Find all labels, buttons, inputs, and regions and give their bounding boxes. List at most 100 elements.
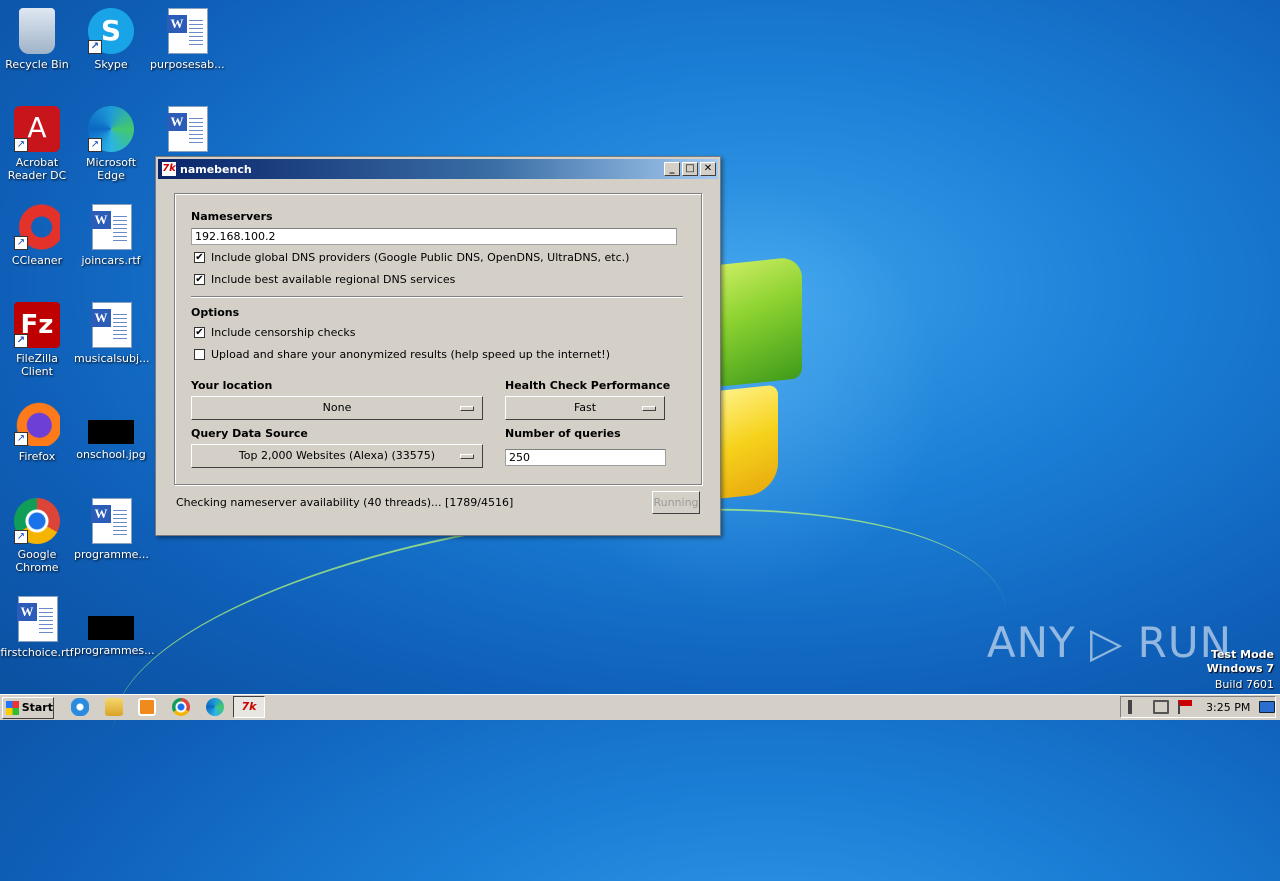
desktop-icon-filezilla[interactable]: Fz ↗ FileZilla Client xyxy=(0,302,74,378)
status-text: Checking nameserver availability (40 thr… xyxy=(176,496,514,509)
desktop-icon-recycle-bin[interactable]: Recycle Bin xyxy=(0,8,74,71)
start-label: Start xyxy=(21,701,53,714)
dropdown-indicator-icon xyxy=(460,454,474,459)
num-queries-heading: Number of queries xyxy=(505,427,621,440)
health-check-select[interactable]: Fast xyxy=(505,396,665,420)
location-select[interactable]: None xyxy=(191,396,483,420)
skype-icon: S ↗ xyxy=(88,8,134,54)
namebench-window: 7k namebench _ □ ✕ Nameservers 192.168.1… xyxy=(155,156,721,536)
volume-icon[interactable] xyxy=(1128,700,1142,714)
desktop-icon-skype[interactable]: S ↗ Skype xyxy=(74,8,148,71)
word-document-icon: W xyxy=(164,8,210,54)
include-regional-checkbox[interactable]: ✔ xyxy=(194,274,205,285)
health-check-heading: Health Check Performance xyxy=(505,379,671,392)
upload-results-label: Upload and share your anonymized results… xyxy=(211,348,610,361)
desktop-icon-edge[interactable]: ↗ Microsoft Edge xyxy=(74,106,148,182)
file-explorer-icon[interactable] xyxy=(105,698,123,716)
censorship-label: Include censorship checks xyxy=(211,326,356,339)
ccleaner-icon: ↗ xyxy=(14,204,60,250)
desktop-icon-label: joincars.rtf xyxy=(81,254,141,267)
start-button[interactable]: Start xyxy=(2,696,54,719)
image-file-icon xyxy=(88,616,134,640)
action-center-flag-icon[interactable] xyxy=(1178,700,1192,714)
window-titlebar[interactable]: 7k namebench _ □ ✕ xyxy=(158,159,718,179)
desktop-icon-acrobat[interactable]: A ↗ Acrobat Reader DC xyxy=(0,106,74,182)
dropdown-indicator-icon xyxy=(642,406,656,411)
desktop-icon-label: Microsoft Edge xyxy=(85,156,137,182)
desktop-icon-firefox[interactable]: ↗ Firefox xyxy=(0,400,74,463)
word-document-icon: W xyxy=(14,596,60,642)
image-file-icon xyxy=(88,420,134,444)
edge-icon: ↗ xyxy=(88,106,134,152)
system-tray xyxy=(1120,696,1276,718)
include-global-checkbox[interactable]: ✔ xyxy=(194,252,205,263)
settings-group: Nameservers 192.168.100.2 ✔ Include glob… xyxy=(174,193,702,485)
desktop-icon-label: Google Chrome xyxy=(15,548,59,574)
desktop-icon-chrome[interactable]: ↗ Google Chrome xyxy=(0,498,74,574)
desktop-icon-programme[interactable]: W programme... xyxy=(74,498,149,561)
desktop-icon-label: Skype xyxy=(94,58,128,71)
maximize-button[interactable]: □ xyxy=(682,162,698,176)
run-button[interactable]: Running xyxy=(652,491,700,514)
desktop-icon-label: onschool.jpg xyxy=(76,448,146,461)
window-title: namebench xyxy=(180,162,252,176)
nameservers-heading: Nameservers xyxy=(191,210,273,223)
wallpaper-logo-yellow xyxy=(712,384,778,500)
namebench-taskbar-button[interactable]: 7k xyxy=(233,696,265,718)
desktop-icon-label: purposesab... xyxy=(150,58,225,71)
desktop-icon-document[interactable]: W xyxy=(150,106,224,156)
desktop-icon-programmes[interactable]: programmes... xyxy=(74,596,155,657)
os-version-label: Windows 7 xyxy=(1206,662,1274,675)
upload-results-checkbox[interactable] xyxy=(194,349,205,360)
location-heading: Your location xyxy=(191,379,273,392)
word-document-icon: W xyxy=(88,498,134,544)
filezilla-icon: Fz ↗ xyxy=(14,302,60,348)
os-build-label: Build 7601 xyxy=(1214,678,1274,691)
word-document-icon: W xyxy=(164,106,210,152)
nameservers-input[interactable]: 192.168.100.2 xyxy=(191,228,677,245)
edge-taskbar-icon[interactable] xyxy=(206,698,224,716)
query-source-select-value: Top 2,000 Websites (Alexa) (33575) xyxy=(238,449,436,462)
location-select-value: None xyxy=(322,401,352,414)
desktop-icon-ccleaner[interactable]: ↗ CCleaner xyxy=(0,204,74,267)
windows-logo-icon xyxy=(6,700,19,715)
namebench-app-icon: 7k xyxy=(162,162,176,176)
desktop-icon-label: Recycle Bin xyxy=(5,58,69,71)
media-player-icon[interactable] xyxy=(138,698,156,716)
query-source-heading: Query Data Source xyxy=(191,427,308,440)
desktop-icon-musicalsubj[interactable]: W musicalsubj... xyxy=(74,302,150,365)
taskbar: Start xyxy=(0,694,1280,720)
taskbar-clock[interactable]: 3:25 PM xyxy=(1206,701,1250,714)
internet-explorer-icon[interactable] xyxy=(71,698,89,716)
network-icon[interactable] xyxy=(1153,700,1169,714)
section-divider xyxy=(191,296,683,298)
desktop-icon-label: Firefox xyxy=(18,450,56,463)
desktop-icon-joincars[interactable]: W joincars.rtf xyxy=(74,204,148,267)
minimize-button[interactable]: _ xyxy=(664,162,680,176)
os-test-mode-label: Test Mode xyxy=(1211,648,1274,661)
desktop-icon-label: CCleaner xyxy=(11,254,63,267)
censorship-checkbox[interactable]: ✔ xyxy=(194,327,205,338)
desktop-icon-label: programmes... xyxy=(74,644,155,657)
desktop-icon-label: programme... xyxy=(74,548,149,561)
show-desktop-icon[interactable] xyxy=(1259,701,1275,713)
desktop-icon-label: Acrobat Reader DC xyxy=(7,156,67,182)
chrome-icon: ↗ xyxy=(14,498,60,544)
include-regional-label: Include best available regional DNS serv… xyxy=(211,273,456,286)
desktop-icon-label: FileZilla Client xyxy=(16,352,58,378)
options-heading: Options xyxy=(191,306,240,319)
word-document-icon: W xyxy=(88,302,134,348)
recycle-bin-icon xyxy=(19,8,55,54)
firefox-icon: ↗ xyxy=(14,400,60,446)
close-button[interactable]: ✕ xyxy=(700,162,716,176)
include-global-label: Include global DNS providers (Google Pub… xyxy=(211,251,630,264)
desktop-icon-purposesab[interactable]: W purposesab... xyxy=(150,8,225,71)
word-document-icon: W xyxy=(88,204,134,250)
desktop-icon-onschool[interactable]: onschool.jpg xyxy=(74,400,148,461)
desktop-icon-label: musicalsubj... xyxy=(74,352,150,365)
dropdown-indicator-icon xyxy=(460,406,474,411)
query-source-select[interactable]: Top 2,000 Websites (Alexa) (33575) xyxy=(191,444,483,468)
chrome-taskbar-icon[interactable] xyxy=(172,698,190,716)
desktop-icon-firstchoice[interactable]: W firstchoice.rtf xyxy=(0,596,74,659)
num-queries-input[interactable]: 250 xyxy=(505,449,666,466)
